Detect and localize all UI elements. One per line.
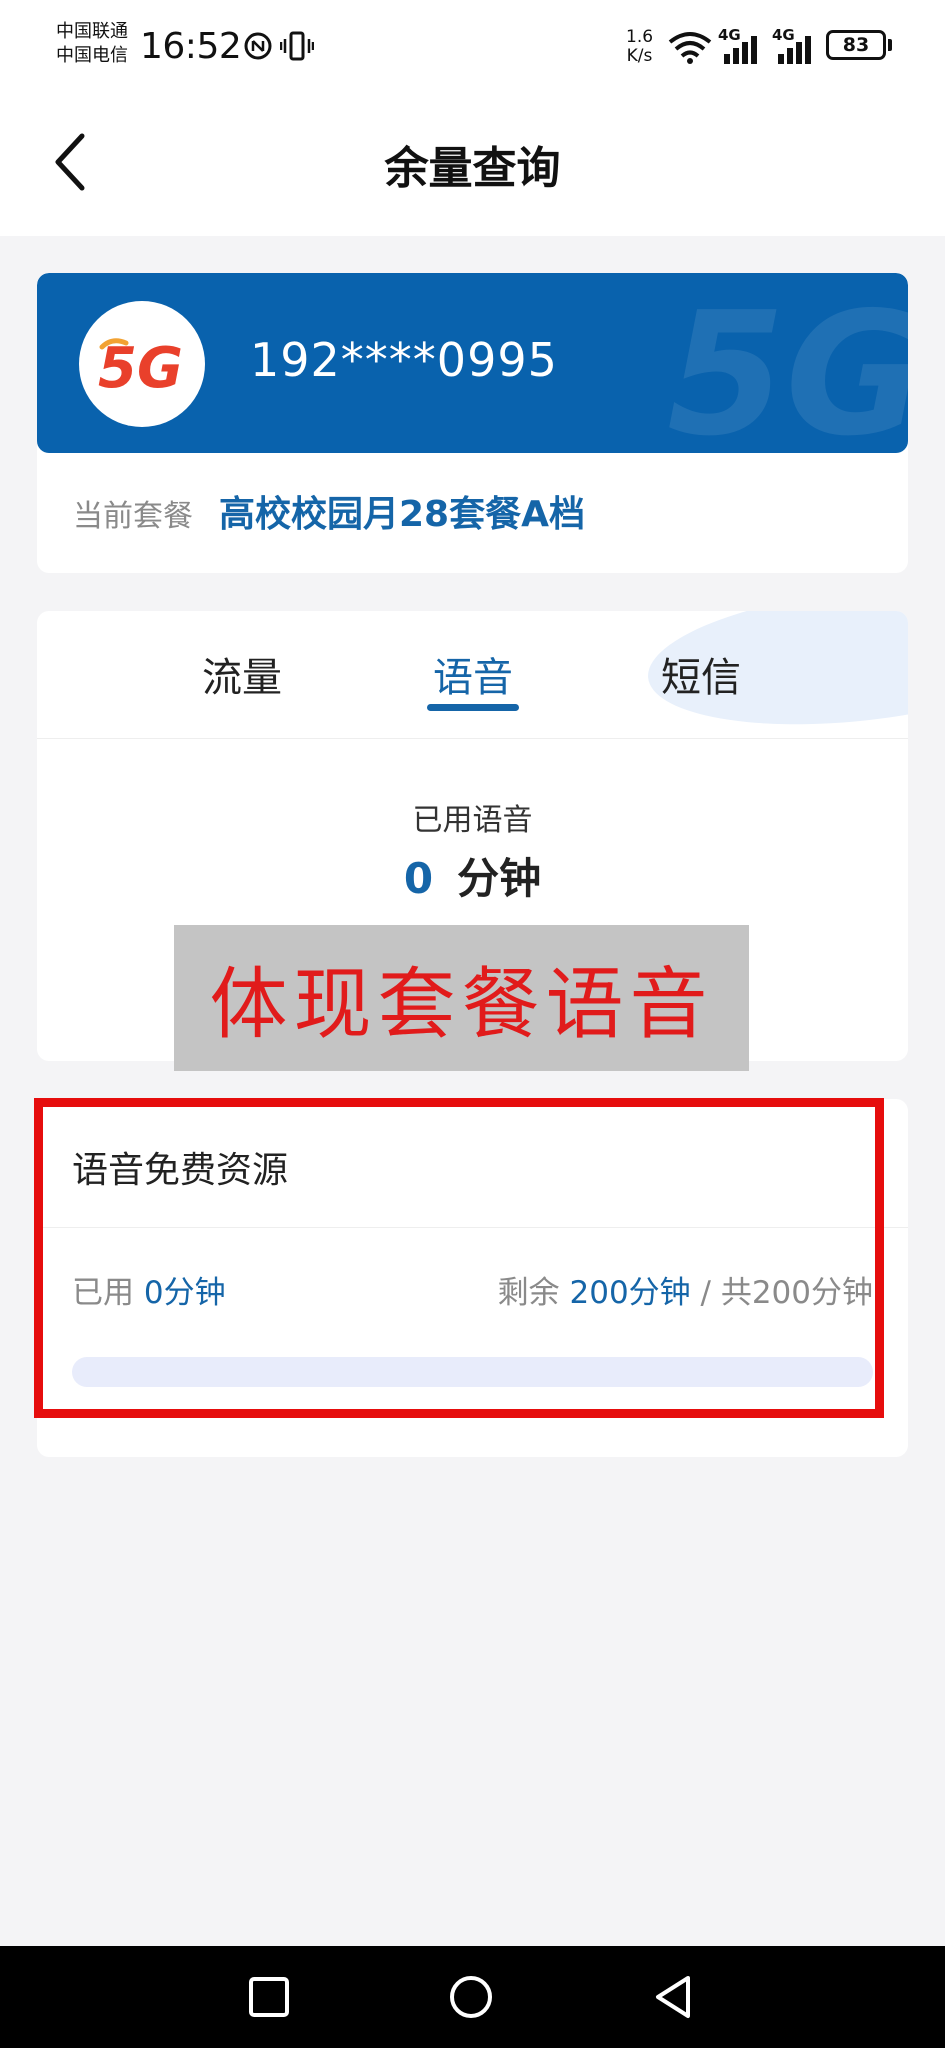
- divider: [37, 1227, 908, 1228]
- page-title: 余量查询: [384, 143, 561, 194]
- remaining-value: 200分钟: [569, 1275, 691, 1311]
- resource-remaining: 剩余 200分钟 / 共200分钟: [498, 1267, 873, 1312]
- account-card: 5G 5G 192****0995 当前套餐 高校校园月28套餐A档: [37, 273, 908, 573]
- used-label: 已用: [72, 1275, 134, 1311]
- carrier-1: 中国联通: [56, 21, 128, 42]
- 5g-logo-icon: 5G: [79, 301, 205, 427]
- nfc-icon: [244, 32, 272, 60]
- free-resource-card: 语音免费资源 已用 0分钟 剩余 200分钟 / 共200分钟: [37, 1099, 908, 1457]
- usage-tabs: 流量 语音 短信: [37, 611, 908, 739]
- net-speed-unit: K/s: [626, 46, 653, 66]
- battery-nub: [888, 39, 892, 51]
- plan-label: 当前套餐: [73, 499, 193, 534]
- 5g-watermark-icon: 5G: [667, 283, 908, 453]
- tab-voice[interactable]: 语音: [413, 645, 533, 703]
- home-circle-icon[interactable]: [446, 1972, 496, 2022]
- net-speed: 1.6 K/s: [626, 28, 653, 66]
- carrier-info: 中国联通 中国电信: [56, 20, 128, 68]
- svg-text:5G: 5G: [667, 283, 908, 453]
- total-text: / 共200分钟: [700, 1275, 873, 1311]
- system-nav-bar: [0, 1946, 945, 2048]
- recents-square-icon[interactable]: [244, 1972, 294, 2022]
- used-voice-number: 0: [403, 854, 434, 903]
- free-resource-title: 语音免费资源: [72, 1150, 289, 1191]
- vibrate-icon: [280, 31, 314, 61]
- signal-icon-2: [778, 36, 811, 64]
- plan-name: 高校校园月28套餐A档: [219, 494, 585, 535]
- resource-used: 已用 0分钟: [72, 1267, 226, 1312]
- usage-progress-bar: [72, 1357, 873, 1387]
- tab-sms[interactable]: 短信: [641, 645, 761, 703]
- battery-icon: 83: [826, 30, 886, 60]
- app-header: 余量查询: [0, 94, 945, 236]
- current-plan: 当前套餐 高校校园月28套餐A档: [73, 485, 585, 537]
- tab-data[interactable]: 流量: [182, 645, 302, 703]
- back-triangle-icon[interactable]: [648, 1972, 698, 2022]
- remaining-label: 剩余: [497, 1275, 560, 1311]
- status-bar: 中国联通 中国电信 16:52 1.6 K/s 4G 4G 83: [0, 0, 945, 94]
- used-voice-unit: 分钟: [457, 854, 542, 903]
- active-tab-indicator: [427, 704, 519, 711]
- net-speed-value: 1.6: [626, 27, 654, 47]
- account-banner: 5G 5G 192****0995: [37, 273, 908, 453]
- signal-icon-1: [724, 36, 757, 64]
- phone-number: 192****0995: [250, 333, 558, 387]
- used-voice-value: 0 分钟: [37, 845, 908, 906]
- wifi-icon: [668, 32, 712, 64]
- svg-text:5G: 5G: [98, 336, 183, 399]
- used-voice-label: 已用语音: [412, 803, 533, 838]
- clock: 16:52: [140, 26, 242, 67]
- used-value: 0分钟: [143, 1275, 226, 1311]
- annotation-overlay: 体现套餐语音: [174, 925, 749, 1071]
- annotation-text: 体现套餐语音: [209, 960, 714, 1050]
- carrier-2: 中国电信: [56, 45, 128, 66]
